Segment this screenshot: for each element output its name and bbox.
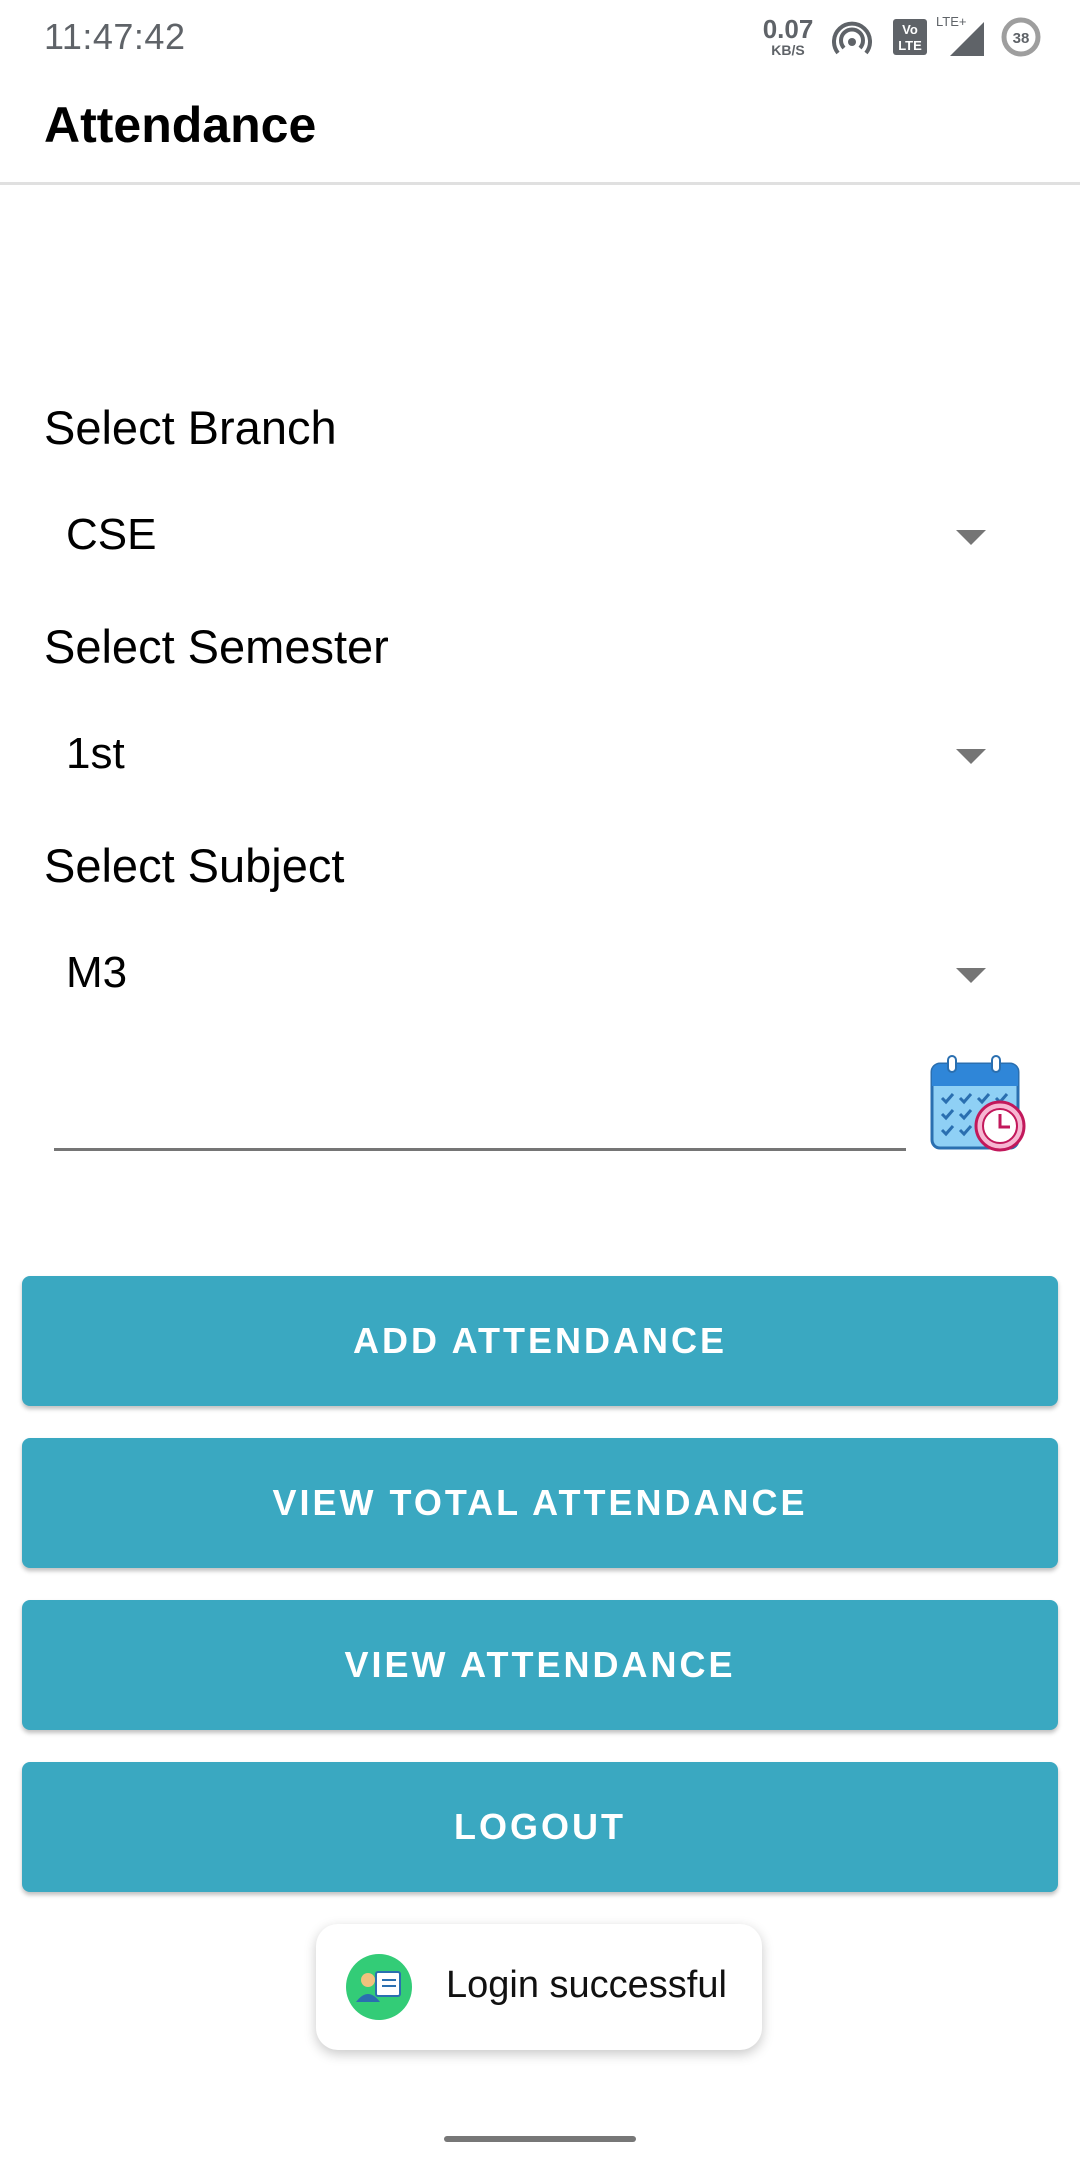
- volte-icon: Vo LTE: [892, 18, 928, 61]
- semester-value: 1st: [66, 729, 125, 778]
- status-bar: 11:47:42 0.07 KB/S Vo LTE LTE+ 38: [0, 0, 1080, 72]
- app-bar: Attendance: [0, 72, 1080, 185]
- calendar-clock-icon[interactable]: [928, 1052, 1032, 1156]
- view-attendance-button[interactable]: VIEW ATTENDANCE: [22, 1600, 1058, 1730]
- toast: Login successful: [316, 1924, 762, 2050]
- add-attendance-button[interactable]: ADD ATTENDANCE: [22, 1276, 1058, 1406]
- branch-value: CSE: [66, 510, 157, 559]
- battery-icon: 38: [1000, 16, 1042, 63]
- logout-button[interactable]: LOGOUT: [22, 1762, 1058, 1892]
- date-input[interactable]: [54, 1062, 906, 1151]
- view-total-attendance-button[interactable]: VIEW TOTAL ATTENDANCE: [22, 1438, 1058, 1568]
- dropdown-arrow-icon: [956, 749, 986, 764]
- app-icon: [346, 1954, 412, 2020]
- subject-label: Select Subject: [44, 839, 345, 892]
- signal-icon: LTE+: [934, 12, 986, 63]
- network-type-label: LTE+: [936, 14, 966, 29]
- volte-label-top: Vo: [902, 22, 918, 37]
- semester-dropdown[interactable]: 1st: [44, 711, 1004, 801]
- status-time: 11:47:42: [44, 16, 186, 57]
- attendance-screen: 11:47:42 0.07 KB/S Vo LTE LTE+ 38 Attend…: [0, 0, 1080, 2160]
- home-indicator[interactable]: [444, 2136, 636, 2142]
- battery-level: 38: [1013, 30, 1030, 47]
- hotspot-icon: [832, 20, 872, 61]
- page-title: Attendance: [44, 97, 317, 153]
- network-speed-value: 0.07: [762, 14, 814, 44]
- branch-label: Select Branch: [44, 401, 337, 454]
- semester-label: Select Semester: [44, 620, 389, 673]
- dropdown-arrow-icon: [956, 530, 986, 545]
- dropdown-arrow-icon: [956, 968, 986, 983]
- network-speed: 0.07 KB/S: [756, 16, 820, 58]
- network-speed-unit: KB/S: [771, 42, 805, 58]
- volte-label-bottom: LTE: [898, 38, 922, 53]
- subject-value: M3: [66, 948, 128, 997]
- subject-dropdown[interactable]: M3: [44, 930, 1004, 1020]
- toast-message: Login successful: [446, 1964, 727, 2006]
- branch-dropdown[interactable]: CSE: [44, 492, 1004, 582]
